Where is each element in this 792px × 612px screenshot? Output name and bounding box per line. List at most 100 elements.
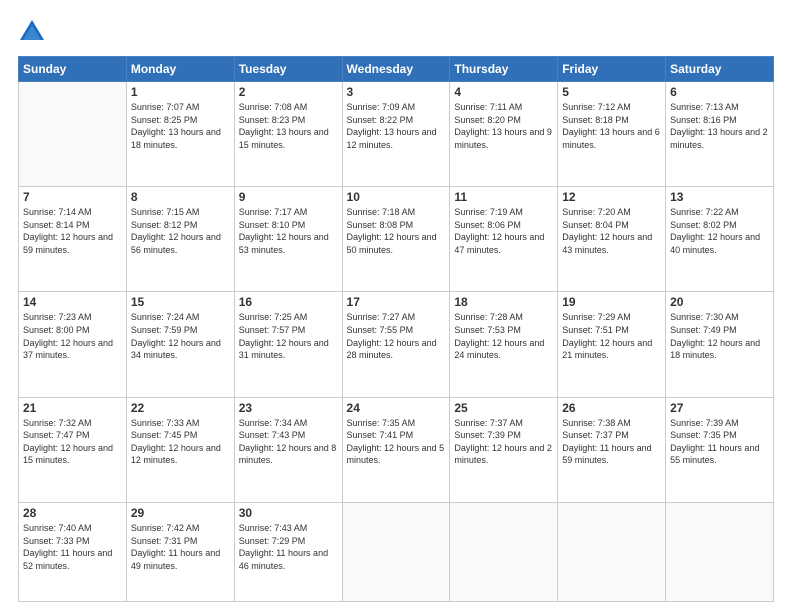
weekday-header: Thursday [450,57,558,82]
calendar-day-cell: 11 Sunrise: 7:19 AMSunset: 8:06 PMDayligh… [450,187,558,292]
day-detail: Sunrise: 7:30 AMSunset: 7:49 PMDaylight:… [670,311,769,361]
day-detail: Sunrise: 7:43 AMSunset: 7:29 PMDaylight:… [239,522,338,572]
day-number: 26 [562,401,661,415]
calendar-day-cell [450,502,558,601]
weekday-header: Sunday [19,57,127,82]
day-number: 11 [454,190,553,204]
calendar-day-cell: 23 Sunrise: 7:34 AMSunset: 7:43 PMDayligh… [234,397,342,502]
day-number: 18 [454,295,553,309]
day-number: 13 [670,190,769,204]
day-number: 23 [239,401,338,415]
calendar-week-row: 7 Sunrise: 7:14 AMSunset: 8:14 PMDaylight… [19,187,774,292]
logo-icon [18,18,46,46]
calendar-day-cell: 21Sunrise: 7:32 AMSunset: 7:47 PMDayligh… [19,397,127,502]
day-detail: Sunrise: 7:37 AMSunset: 7:39 PMDaylight:… [454,417,553,467]
day-number: 12 [562,190,661,204]
calendar-day-cell: 14 Sunrise: 7:23 AMSunset: 8:00 PMDayligh… [19,292,127,397]
day-detail: Sunrise: 7:27 AMSunset: 7:55 PMDaylight:… [347,311,446,361]
day-detail: Sunrise: 7:32 AMSunset: 7:47 PMDaylight:… [23,417,122,467]
calendar-day-cell: 18 Sunrise: 7:28 AMSunset: 7:53 PMDayligh… [450,292,558,397]
day-detail: Sunrise: 7:20 AMSunset: 8:04 PMDaylight:… [562,206,661,256]
calendar-day-cell [342,502,450,601]
day-detail: Sunrise: 7:22 AMSunset: 8:02 PMDaylight:… [670,206,769,256]
calendar-day-cell: 1 Sunrise: 7:07 AMSunset: 8:25 PMDaylight… [126,82,234,187]
day-number: 2 [239,85,338,99]
day-detail: Sunrise: 7:42 AMSunset: 7:31 PMDaylight:… [131,522,230,572]
day-number: 24 [347,401,446,415]
day-number: 8 [131,190,230,204]
day-detail: Sunrise: 7:11 AMSunset: 8:20 PMDaylight:… [454,101,553,151]
header [18,18,774,46]
day-number: 4 [454,85,553,99]
weekday-header: Tuesday [234,57,342,82]
calendar-day-cell [19,82,127,187]
calendar-header-row: SundayMondayTuesdayWednesdayThursdayFrid… [19,57,774,82]
calendar-day-cell: 25 Sunrise: 7:37 AMSunset: 7:39 PMDayligh… [450,397,558,502]
day-number: 30 [239,506,338,520]
day-detail: Sunrise: 7:14 AMSunset: 8:14 PMDaylight:… [23,206,122,256]
page: SundayMondayTuesdayWednesdayThursdayFrid… [0,0,792,612]
calendar-week-row: 21Sunrise: 7:32 AMSunset: 7:47 PMDayligh… [19,397,774,502]
calendar-day-cell: 13 Sunrise: 7:22 AMSunset: 8:02 PMDayligh… [666,187,774,292]
calendar-day-cell: 28 Sunrise: 7:40 AMSunset: 7:33 PMDayligh… [19,502,127,601]
day-detail: Sunrise: 7:12 AMSunset: 8:18 PMDaylight:… [562,101,661,151]
calendar-day-cell: 5Sunrise: 7:12 AMSunset: 8:18 PMDaylight… [558,82,666,187]
calendar-day-cell: 17 Sunrise: 7:27 AMSunset: 7:55 PMDayligh… [342,292,450,397]
day-number: 29 [131,506,230,520]
day-detail: Sunrise: 7:33 AMSunset: 7:45 PMDaylight:… [131,417,230,467]
day-number: 1 [131,85,230,99]
day-detail: Sunrise: 7:23 AMSunset: 8:00 PMDaylight:… [23,311,122,361]
day-number: 14 [23,295,122,309]
weekday-header: Wednesday [342,57,450,82]
calendar-day-cell: 10 Sunrise: 7:18 AMSunset: 8:08 PMDayligh… [342,187,450,292]
day-detail: Sunrise: 7:34 AMSunset: 7:43 PMDaylight:… [239,417,338,467]
day-detail: Sunrise: 7:40 AMSunset: 7:33 PMDaylight:… [23,522,122,572]
day-number: 9 [239,190,338,204]
calendar-day-cell: 12 Sunrise: 7:20 AMSunset: 8:04 PMDayligh… [558,187,666,292]
calendar-day-cell: 24 Sunrise: 7:35 AMSunset: 7:41 PMDayligh… [342,397,450,502]
day-number: 25 [454,401,553,415]
day-detail: Sunrise: 7:28 AMSunset: 7:53 PMDaylight:… [454,311,553,361]
day-number: 17 [347,295,446,309]
day-number: 3 [347,85,446,99]
day-number: 16 [239,295,338,309]
calendar-day-cell: 27 Sunrise: 7:39 AMSunset: 7:35 PMDayligh… [666,397,774,502]
calendar-day-cell: 16 Sunrise: 7:25 AMSunset: 7:57 PMDayligh… [234,292,342,397]
calendar-table: SundayMondayTuesdayWednesdayThursdayFrid… [18,56,774,602]
calendar-day-cell: 22Sunrise: 7:33 AMSunset: 7:45 PMDayligh… [126,397,234,502]
calendar-day-cell [558,502,666,601]
day-detail: Sunrise: 7:09 AMSunset: 8:22 PMDaylight:… [347,101,446,151]
calendar-week-row: 1 Sunrise: 7:07 AMSunset: 8:25 PMDaylight… [19,82,774,187]
day-detail: Sunrise: 7:38 AMSunset: 7:37 PMDaylight:… [562,417,661,467]
calendar-day-cell: 7 Sunrise: 7:14 AMSunset: 8:14 PMDaylight… [19,187,127,292]
day-detail: Sunrise: 7:29 AMSunset: 7:51 PMDaylight:… [562,311,661,361]
day-detail: Sunrise: 7:19 AMSunset: 8:06 PMDaylight:… [454,206,553,256]
day-number: 15 [131,295,230,309]
day-number: 20 [670,295,769,309]
day-detail: Sunrise: 7:08 AMSunset: 8:23 PMDaylight:… [239,101,338,151]
day-detail: Sunrise: 7:25 AMSunset: 7:57 PMDaylight:… [239,311,338,361]
day-detail: Sunrise: 7:17 AMSunset: 8:10 PMDaylight:… [239,206,338,256]
day-detail: Sunrise: 7:18 AMSunset: 8:08 PMDaylight:… [347,206,446,256]
calendar-day-cell: 9 Sunrise: 7:17 AMSunset: 8:10 PMDaylight… [234,187,342,292]
calendar-day-cell: 3 Sunrise: 7:09 AMSunset: 8:22 PMDaylight… [342,82,450,187]
calendar-day-cell: 4 Sunrise: 7:11 AMSunset: 8:20 PMDaylight… [450,82,558,187]
calendar-day-cell: 15Sunrise: 7:24 AMSunset: 7:59 PMDayligh… [126,292,234,397]
day-number: 28 [23,506,122,520]
calendar-day-cell: 19 Sunrise: 7:29 AMSunset: 7:51 PMDayligh… [558,292,666,397]
calendar-week-row: 14 Sunrise: 7:23 AMSunset: 8:00 PMDayligh… [19,292,774,397]
calendar-day-cell: 30 Sunrise: 7:43 AMSunset: 7:29 PMDayligh… [234,502,342,601]
day-detail: Sunrise: 7:13 AMSunset: 8:16 PMDaylight:… [670,101,769,151]
calendar-day-cell: 20 Sunrise: 7:30 AMSunset: 7:49 PMDayligh… [666,292,774,397]
day-number: 10 [347,190,446,204]
calendar-day-cell [666,502,774,601]
day-detail: Sunrise: 7:39 AMSunset: 7:35 PMDaylight:… [670,417,769,467]
day-number: 7 [23,190,122,204]
weekday-header: Saturday [666,57,774,82]
day-detail: Sunrise: 7:07 AMSunset: 8:25 PMDaylight:… [131,101,230,151]
logo [18,18,50,46]
calendar-day-cell: 26 Sunrise: 7:38 AMSunset: 7:37 PMDayligh… [558,397,666,502]
day-number: 19 [562,295,661,309]
day-detail: Sunrise: 7:35 AMSunset: 7:41 PMDaylight:… [347,417,446,467]
day-number: 27 [670,401,769,415]
